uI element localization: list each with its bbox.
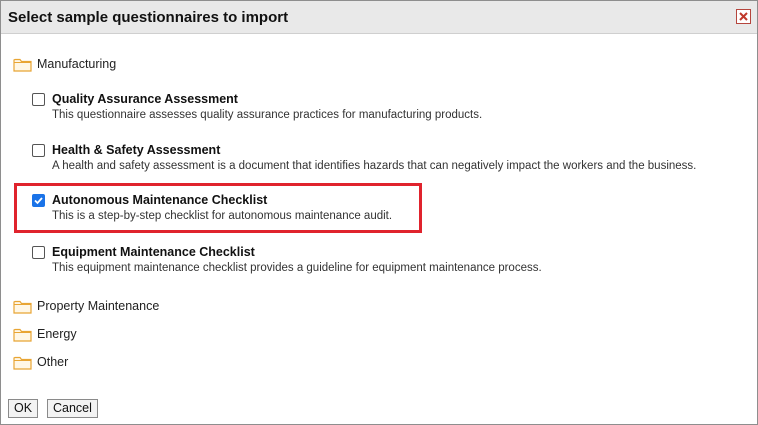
item-title: Quality Assurance Assessment — [52, 92, 238, 106]
equipment-maintenance-checkbox[interactable] — [32, 246, 45, 259]
highlight-box — [14, 183, 422, 233]
item-title: Autonomous Maintenance Checklist — [52, 193, 268, 207]
folder-label: Manufacturing — [37, 57, 117, 71]
item-description: This is a step-by-step checklist for aut… — [52, 210, 393, 222]
close-icon — [739, 12, 748, 21]
close-button[interactable] — [736, 9, 751, 24]
folder-label: Other — [37, 355, 69, 369]
item-description: This questionnaire assesses quality assu… — [52, 109, 483, 121]
folder-manufacturing[interactable]: Manufacturing — [13, 55, 116, 73]
dialog-titlebar: Select sample questionnaires to import — [1, 1, 757, 34]
health-safety-checkbox[interactable] — [32, 144, 45, 157]
folder-label: Energy — [37, 327, 77, 341]
folder-label: Property Maintenance — [37, 299, 160, 313]
import-dialog: Select sample questionnaires to import M… — [0, 0, 758, 425]
folder-property-maintenance[interactable]: Property Maintenance — [13, 297, 159, 315]
dialog-title: Select sample questionnaires to import — [8, 9, 289, 26]
folder-icon — [13, 57, 32, 72]
item-description: This equipment maintenance checklist pro… — [52, 262, 542, 274]
folder-other[interactable]: Other — [13, 353, 68, 371]
item-title: Health & Safety Assessment — [52, 143, 221, 157]
quality-assurance-checkbox[interactable] — [32, 93, 45, 106]
item-description: A health and safety assessment is a docu… — [52, 160, 697, 172]
folder-energy[interactable]: Energy — [13, 325, 77, 343]
folder-icon — [13, 327, 32, 342]
cancel-button[interactable]: Cancel — [47, 399, 98, 418]
folder-icon — [13, 355, 32, 370]
autonomous-maintenance-checkbox[interactable] — [32, 194, 45, 207]
folder-icon — [13, 299, 32, 314]
checkmark-icon — [34, 197, 43, 205]
item-title: Equipment Maintenance Checklist — [52, 245, 255, 259]
ok-button[interactable]: OK — [8, 399, 39, 418]
